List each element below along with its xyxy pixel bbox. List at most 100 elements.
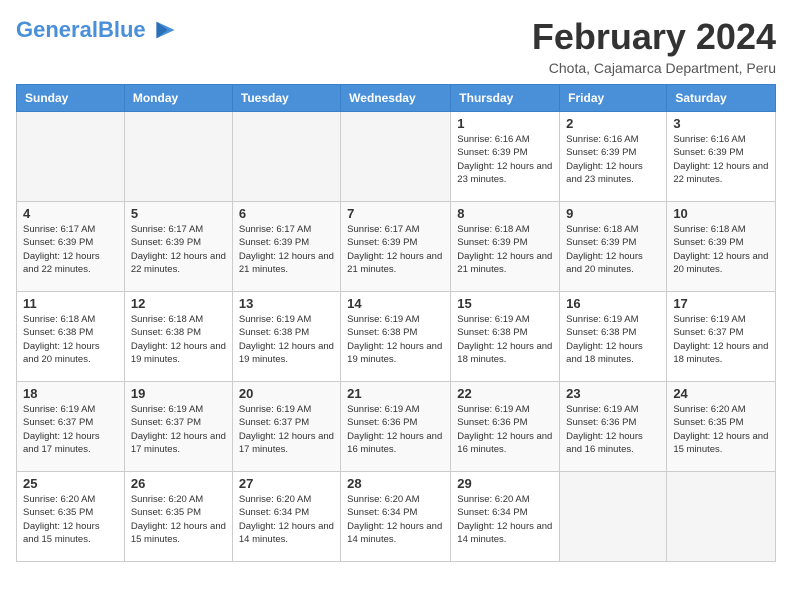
day-number: 13 xyxy=(239,296,334,311)
calendar-cell: 4 Sunrise: 6:17 AMSunset: 6:39 PMDaylight… xyxy=(17,202,125,292)
calendar-cell: 7Sunrise: 6:17 AMSunset: 6:39 PMDaylight… xyxy=(341,202,451,292)
day-number: 4 xyxy=(23,206,118,221)
day-number: 15 xyxy=(457,296,553,311)
day-number: 16 xyxy=(566,296,660,311)
logo-text: GeneralBlue xyxy=(16,19,146,41)
day-info: Sunrise: 6:20 AMSunset: 6:35 PMDaylight:… xyxy=(673,403,769,456)
calendar-header-row: SundayMondayTuesdayWednesdayThursdayFrid… xyxy=(17,85,776,112)
day-number: 25 xyxy=(23,476,118,491)
day-info: Sunrise: 6:16 AMSunset: 6:39 PMDaylight:… xyxy=(457,133,553,186)
day-number: 10 xyxy=(673,206,769,221)
calendar-cell: 17Sunrise: 6:19 AMSunset: 6:37 PMDayligh… xyxy=(667,292,776,382)
day-info: Sunrise: 6:19 AMSunset: 6:36 PMDaylight:… xyxy=(566,403,660,456)
header-day-sunday: Sunday xyxy=(17,85,125,112)
day-info: Sunrise: 6:18 AMSunset: 6:39 PMDaylight:… xyxy=(457,223,553,276)
day-info: Sunrise: 6:20 AMSunset: 6:34 PMDaylight:… xyxy=(347,493,444,546)
day-number: 1 xyxy=(457,116,553,131)
day-number: 21 xyxy=(347,386,444,401)
logo: GeneralBlue xyxy=(16,16,176,44)
day-info: Sunrise: 6:18 AMSunset: 6:38 PMDaylight:… xyxy=(23,313,118,366)
calendar-cell: 20 Sunrise: 6:19 AMSunset: 6:37 PMDayligh… xyxy=(232,382,340,472)
header-day-thursday: Thursday xyxy=(451,85,560,112)
day-number: 2 xyxy=(566,116,660,131)
header: GeneralBlue February 2024 Chota, Cajamar… xyxy=(16,16,776,76)
day-info: Sunrise: 6:17 AMSunset: 6:39 PMDaylight:… xyxy=(131,223,226,276)
calendar-cell: 26Sunrise: 6:20 AMSunset: 6:35 PMDayligh… xyxy=(124,472,232,562)
day-info: Sunrise: 6:19 AMSunset: 6:36 PMDaylight:… xyxy=(457,403,553,456)
day-info: Sunrise: 6:19 AMSunset: 6:37 PMDaylight:… xyxy=(131,403,226,456)
header-day-wednesday: Wednesday xyxy=(341,85,451,112)
calendar-cell xyxy=(232,112,340,202)
calendar-cell: 11 Sunrise: 6:18 AMSunset: 6:38 PMDayligh… xyxy=(17,292,125,382)
calendar-week-3: 11 Sunrise: 6:18 AMSunset: 6:38 PMDayligh… xyxy=(17,292,776,382)
calendar-cell: 21Sunrise: 6:19 AMSunset: 6:36 PMDayligh… xyxy=(341,382,451,472)
day-info: Sunrise: 6:19 AMSunset: 6:38 PMDaylight:… xyxy=(239,313,334,366)
day-number: 19 xyxy=(131,386,226,401)
calendar-cell: 5Sunrise: 6:17 AMSunset: 6:39 PMDaylight… xyxy=(124,202,232,292)
day-number: 24 xyxy=(673,386,769,401)
calendar-cell: 15 Sunrise: 6:19 AMSunset: 6:38 PMDayligh… xyxy=(451,292,560,382)
day-info: Sunrise: 6:19 AMSunset: 6:38 PMDaylight:… xyxy=(566,313,660,366)
calendar-cell: 28 Sunrise: 6:20 AMSunset: 6:34 PMDayligh… xyxy=(341,472,451,562)
calendar-cell: 10 Sunrise: 6:18 AMSunset: 6:39 PMDayligh… xyxy=(667,202,776,292)
header-day-friday: Friday xyxy=(560,85,667,112)
calendar-table: SundayMondayTuesdayWednesdayThursdayFrid… xyxy=(16,84,776,562)
calendar-cell: 8Sunrise: 6:18 AMSunset: 6:39 PMDaylight… xyxy=(451,202,560,292)
day-info: Sunrise: 6:17 AMSunset: 6:39 PMDaylight:… xyxy=(239,223,334,276)
day-number: 20 xyxy=(239,386,334,401)
day-info: Sunrise: 6:20 AMSunset: 6:34 PMDaylight:… xyxy=(457,493,553,546)
day-number: 12 xyxy=(131,296,226,311)
day-number: 28 xyxy=(347,476,444,491)
day-info: Sunrise: 6:18 AMSunset: 6:39 PMDaylight:… xyxy=(566,223,660,276)
calendar-cell: 25Sunrise: 6:20 AMSunset: 6:35 PMDayligh… xyxy=(17,472,125,562)
day-info: Sunrise: 6:17 AMSunset: 6:39 PMDaylight:… xyxy=(23,223,118,276)
calendar-cell: 18Sunrise: 6:19 AMSunset: 6:37 PMDayligh… xyxy=(17,382,125,472)
calendar-week-1: 1 Sunrise: 6:16 AMSunset: 6:39 PMDaylight… xyxy=(17,112,776,202)
calendar-cell: 29 Sunrise: 6:20 AMSunset: 6:34 PMDayligh… xyxy=(451,472,560,562)
calendar-week-5: 25Sunrise: 6:20 AMSunset: 6:35 PMDayligh… xyxy=(17,472,776,562)
day-number: 27 xyxy=(239,476,334,491)
day-number: 17 xyxy=(673,296,769,311)
calendar-cell: 16 Sunrise: 6:19 AMSunset: 6:38 PMDayligh… xyxy=(560,292,667,382)
day-number: 23 xyxy=(566,386,660,401)
day-number: 22 xyxy=(457,386,553,401)
day-number: 14 xyxy=(347,296,444,311)
calendar-body: 1 Sunrise: 6:16 AMSunset: 6:39 PMDaylight… xyxy=(17,112,776,562)
header-day-tuesday: Tuesday xyxy=(232,85,340,112)
title-area: February 2024 Chota, Cajamarca Departmen… xyxy=(532,16,776,76)
calendar-cell: 14 Sunrise: 6:19 AMSunset: 6:38 PMDayligh… xyxy=(341,292,451,382)
day-number: 18 xyxy=(23,386,118,401)
header-day-saturday: Saturday xyxy=(667,85,776,112)
day-info: Sunrise: 6:18 AMSunset: 6:39 PMDaylight:… xyxy=(673,223,769,276)
day-info: Sunrise: 6:18 AMSunset: 6:38 PMDaylight:… xyxy=(131,313,226,366)
calendar-cell xyxy=(124,112,232,202)
calendar-cell: 23 Sunrise: 6:19 AMSunset: 6:36 PMDayligh… xyxy=(560,382,667,472)
day-number: 26 xyxy=(131,476,226,491)
calendar-cell: 6Sunrise: 6:17 AMSunset: 6:39 PMDaylight… xyxy=(232,202,340,292)
calendar-cell: 9Sunrise: 6:18 AMSunset: 6:39 PMDaylight… xyxy=(560,202,667,292)
calendar-cell xyxy=(17,112,125,202)
calendar-week-2: 4 Sunrise: 6:17 AMSunset: 6:39 PMDaylight… xyxy=(17,202,776,292)
calendar-cell xyxy=(667,472,776,562)
calendar-cell: 13 Sunrise: 6:19 AMSunset: 6:38 PMDayligh… xyxy=(232,292,340,382)
location-title: Chota, Cajamarca Department, Peru xyxy=(532,60,776,76)
day-number: 29 xyxy=(457,476,553,491)
day-info: Sunrise: 6:20 AMSunset: 6:34 PMDaylight:… xyxy=(239,493,334,546)
calendar-cell: 19 Sunrise: 6:19 AMSunset: 6:37 PMDayligh… xyxy=(124,382,232,472)
day-info: Sunrise: 6:17 AMSunset: 6:39 PMDaylight:… xyxy=(347,223,444,276)
month-title: February 2024 xyxy=(532,16,776,58)
calendar-cell: 1 Sunrise: 6:16 AMSunset: 6:39 PMDaylight… xyxy=(451,112,560,202)
day-info: Sunrise: 6:16 AMSunset: 6:39 PMDaylight:… xyxy=(566,133,660,186)
day-info: Sunrise: 6:19 AMSunset: 6:38 PMDaylight:… xyxy=(457,313,553,366)
header-day-monday: Monday xyxy=(124,85,232,112)
day-info: Sunrise: 6:19 AMSunset: 6:38 PMDaylight:… xyxy=(347,313,444,366)
calendar-cell: 2 Sunrise: 6:16 AMSunset: 6:39 PMDaylight… xyxy=(560,112,667,202)
day-number: 11 xyxy=(23,296,118,311)
calendar-cell: 24 Sunrise: 6:20 AMSunset: 6:35 PMDayligh… xyxy=(667,382,776,472)
calendar-cell: 12 Sunrise: 6:18 AMSunset: 6:38 PMDayligh… xyxy=(124,292,232,382)
calendar-week-4: 18 Sunrise: 6:19 AMSunset: 6:37 PMDayligh… xyxy=(17,382,776,472)
calendar-cell: 22 Sunrise: 6:19 AMSunset: 6:36 PMDayligh… xyxy=(451,382,560,472)
logo-icon xyxy=(148,16,176,44)
calendar-cell: 3Sunrise: 6:16 AMSunset: 6:39 PMDaylight… xyxy=(667,112,776,202)
day-info: Sunrise: 6:19 AMSunset: 6:37 PMDaylight:… xyxy=(239,403,334,456)
